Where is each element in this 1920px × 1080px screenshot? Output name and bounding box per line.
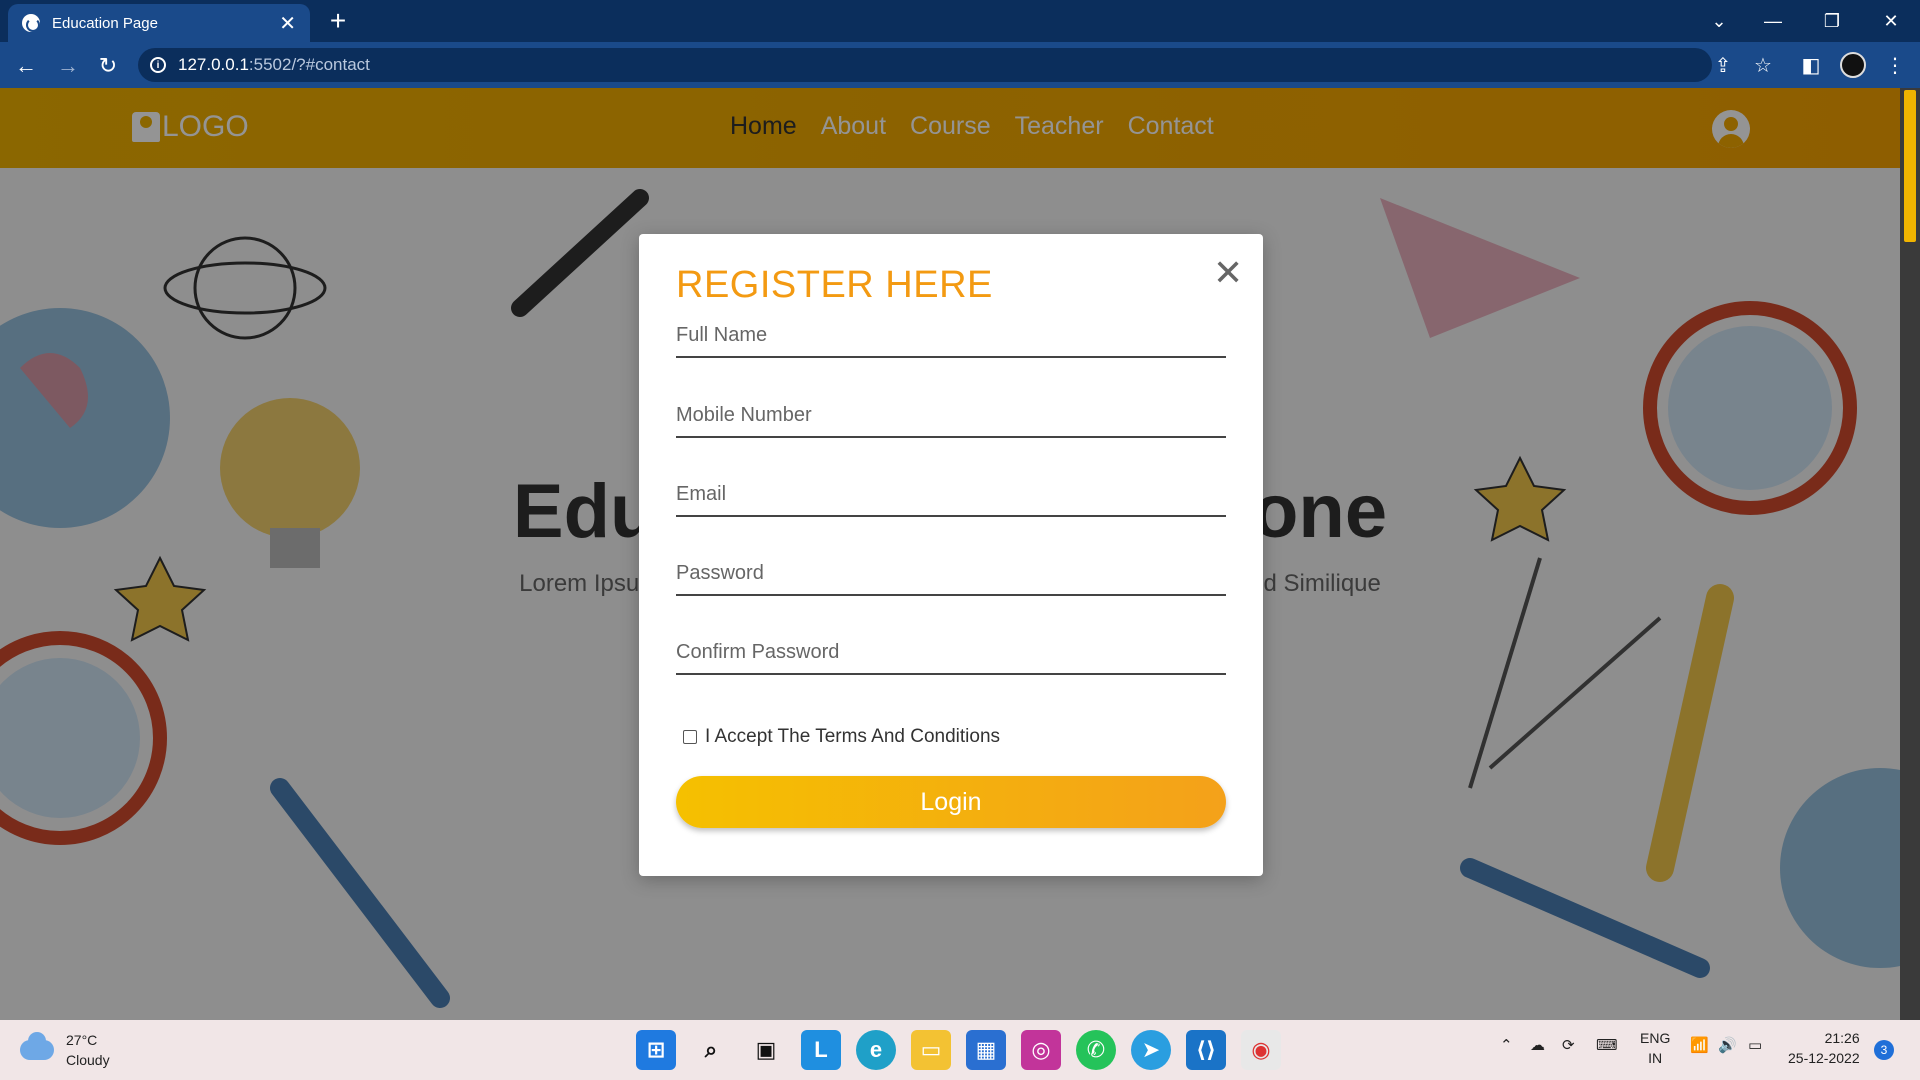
browser-tab-bar: Education Page ✕ + ⌄ — ❐ ✕ xyxy=(0,0,1920,42)
clock-date: 25-12-2022 xyxy=(1788,1050,1860,1066)
weather-desc: Cloudy xyxy=(66,1052,110,1068)
share-icon[interactable]: ⇪ xyxy=(1708,50,1738,80)
profile-avatar[interactable] xyxy=(1840,52,1866,78)
search-icon[interactable]: ⌕ xyxy=(691,1030,731,1070)
store-icon[interactable]: ▦ xyxy=(966,1030,1006,1070)
telegram-icon[interactable]: ➤ xyxy=(1131,1030,1171,1070)
url-path: :5502/?#contact xyxy=(248,55,370,74)
notification-badge[interactable]: 3 xyxy=(1874,1040,1894,1060)
page-scrollbar[interactable] xyxy=(1900,88,1920,1020)
full-name-field[interactable] xyxy=(676,314,1226,358)
page-viewport: LOGO Home About Course Teacher Contact E… xyxy=(0,88,1900,1020)
close-window-button[interactable]: ✕ xyxy=(1862,0,1920,42)
browser-tab[interactable]: Education Page ✕ xyxy=(8,4,310,42)
clock-time: 21:26 xyxy=(1824,1030,1860,1046)
tab-title: Education Page xyxy=(52,14,158,32)
battery-icon[interactable]: ▭ xyxy=(1748,1036,1762,1054)
reload-icon[interactable]: ↻ xyxy=(92,50,124,82)
weather-widget[interactable]: 27°C Cloudy xyxy=(20,1030,110,1070)
language-indicator[interactable]: ENG IN xyxy=(1640,1028,1670,1068)
side-panel-icon[interactable]: ◧ xyxy=(1796,50,1826,80)
lang-top: ENG xyxy=(1640,1030,1671,1046)
lang-bottom: IN xyxy=(1648,1050,1663,1066)
login-button[interactable]: Login xyxy=(676,776,1226,828)
vscode-icon[interactable]: ⟨⟩ xyxy=(1186,1030,1226,1070)
modal-title: REGISTER HERE xyxy=(676,264,993,306)
whatsapp-icon[interactable]: ✆ xyxy=(1076,1030,1116,1070)
cloud-icon xyxy=(20,1032,54,1060)
volume-icon[interactable]: 🔊 xyxy=(1718,1036,1737,1054)
menu-kebab-icon[interactable]: ⋮ xyxy=(1880,50,1910,80)
confirm-password-field[interactable] xyxy=(676,631,1226,675)
globe-icon xyxy=(22,14,40,32)
wifi-icon[interactable]: 📶 xyxy=(1690,1036,1709,1054)
new-tab-button[interactable]: + xyxy=(322,6,354,36)
chrome-icon[interactable]: ◉ xyxy=(1241,1030,1281,1070)
clock[interactable]: 21:26 25-12-2022 xyxy=(1788,1028,1860,1068)
terms-row: I Accept The Terms And Conditions xyxy=(683,726,1000,748)
tab-close-icon[interactable]: ✕ xyxy=(279,11,296,36)
terms-checkbox[interactable] xyxy=(683,730,697,744)
back-arrow-icon[interactable]: ← xyxy=(10,50,42,82)
password-field[interactable] xyxy=(676,552,1226,596)
file-explorer-icon[interactable]: ▭ xyxy=(911,1030,951,1070)
onedrive-icon[interactable]: ☁ xyxy=(1530,1036,1545,1054)
url-host: 127.0.0.1 xyxy=(178,55,249,74)
tab-search-chevron-icon[interactable]: ⌄ xyxy=(1690,0,1748,42)
browser-toolbar: ← → ↻ i 127.0.0.1:5502/?#contact ⇪ ☆ ◧ ⋮ xyxy=(0,42,1920,88)
restore-button[interactable]: ❐ xyxy=(1803,0,1861,42)
site-info-icon[interactable]: i xyxy=(150,57,166,73)
forward-arrow-icon[interactable]: → xyxy=(52,50,84,82)
bookmark-star-icon[interactable]: ☆ xyxy=(1748,50,1778,80)
edge-icon[interactable]: e xyxy=(856,1030,896,1070)
instagram-icon[interactable]: ◎ xyxy=(1021,1030,1061,1070)
weather-temp: 27°C xyxy=(66,1032,98,1048)
taskbar-apps: ⊞ ⌕ ▣ L e ▭ ▦ ◎ ✆ ➤ ⟨⟩ ◉ xyxy=(636,1030,1281,1070)
windows-taskbar: 27°C Cloudy ⊞ ⌕ ▣ L e ▭ ▦ ◎ ✆ ➤ ⟨⟩ ◉ ⌃ ☁… xyxy=(0,1020,1920,1080)
keyboard-icon[interactable]: ⌨ xyxy=(1596,1036,1618,1054)
task-view-icon[interactable]: ▣ xyxy=(746,1030,786,1070)
address-bar[interactable]: i 127.0.0.1:5502/?#contact xyxy=(138,48,1712,82)
sync-icon[interactable]: ⟳ xyxy=(1562,1036,1575,1054)
email-field[interactable] xyxy=(676,473,1226,517)
tray-chevron-icon[interactable]: ⌃ xyxy=(1500,1036,1513,1054)
start-icon[interactable]: ⊞ xyxy=(636,1030,676,1070)
close-icon[interactable]: ✕ xyxy=(1213,252,1243,294)
terms-label[interactable]: I Accept The Terms And Conditions xyxy=(705,726,1000,748)
minimize-button[interactable]: — xyxy=(1744,0,1802,42)
register-modal: REGISTER HERE ✕ I Accept The Terms And C… xyxy=(639,234,1263,876)
l-app-icon[interactable]: L xyxy=(801,1030,841,1070)
scrollbar-thumb[interactable] xyxy=(1904,90,1916,242)
mobile-number-field[interactable] xyxy=(676,394,1226,438)
